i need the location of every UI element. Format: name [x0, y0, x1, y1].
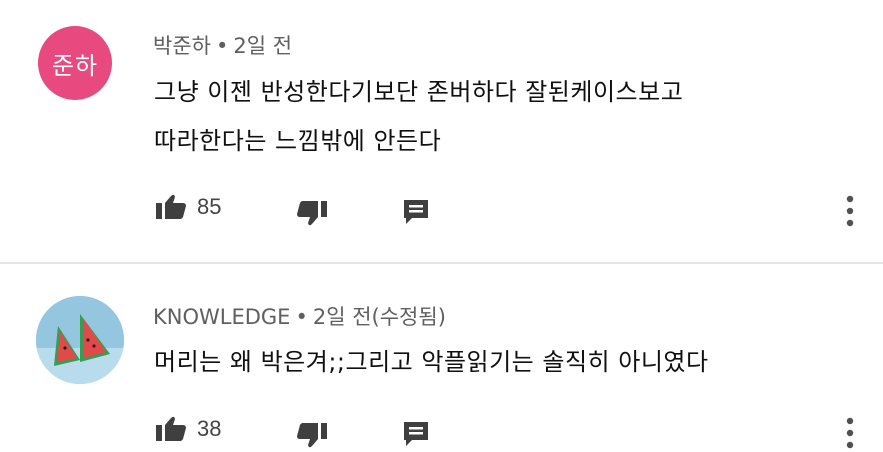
comment-actions: 38 [0, 412, 883, 452]
more-vert-icon [844, 416, 856, 450]
avatar[interactable] [36, 296, 124, 384]
comment-text-line: 따라한다는 느낌밖에 안든다 [154, 127, 442, 155]
reply-icon [402, 198, 430, 226]
thumbs-down-icon [296, 422, 328, 448]
more-options-button[interactable] [844, 416, 856, 450]
dislike-button[interactable] [296, 422, 328, 448]
avatar-initials: 준하 [51, 51, 99, 80]
comment-meta: 박준하 • 2일 전 [153, 30, 292, 60]
comment-text-line: 그냥 이젠 반성한다기보단 존버하다 잘된케이스보고 [154, 78, 684, 106]
avatar[interactable]: 준하 [38, 26, 112, 100]
like-count: 38 [197, 416, 222, 441]
reply-button[interactable] [402, 198, 430, 226]
comment-text-line: 머리는 왜 박은겨;;그리고 악플읽기는 솔직히 아니였다 [154, 348, 709, 376]
thumbs-down-icon [296, 200, 328, 226]
like-button[interactable]: 38 [155, 416, 221, 442]
avatar-image [36, 296, 124, 384]
thumbs-up-icon [155, 416, 187, 442]
comment-actions: 85 [0, 190, 883, 230]
comment-item: 준하 박준하 • 2일 전 그냥 이젠 반성한다기보단 존버하다 잘된케이스보고 따… [0, 0, 883, 262]
author-name[interactable]: KNOWLEDGE [153, 305, 290, 329]
author-name[interactable]: 박준하 [153, 34, 211, 58]
comment-item: KNOWLEDGE • 2일 전(수정됨) 머리는 왜 박은겨;;그리고 악플읽기는… [0, 264, 883, 452]
more-options-button[interactable] [844, 194, 856, 228]
comment-time: 2일 전(수정됨) [312, 305, 446, 329]
meta-separator: • [295, 305, 308, 329]
like-button[interactable]: 85 [155, 194, 221, 220]
reply-button[interactable] [402, 420, 430, 448]
dislike-button[interactable] [296, 200, 328, 226]
meta-separator: • [215, 34, 229, 58]
comment-time: 2일 전 [233, 34, 293, 58]
comment-meta: KNOWLEDGE • 2일 전(수정됨) [153, 301, 446, 331]
more-vert-icon [844, 194, 856, 228]
reply-icon [402, 420, 430, 448]
thumbs-up-icon [155, 194, 187, 220]
like-count: 85 [197, 194, 222, 219]
